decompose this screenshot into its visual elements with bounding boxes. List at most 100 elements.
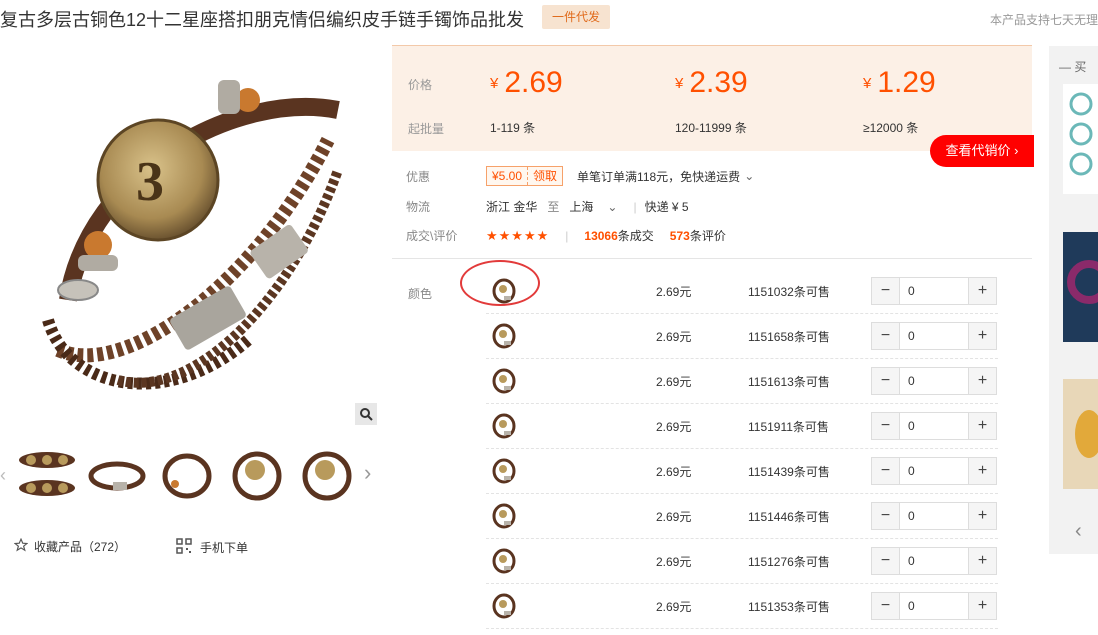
tier-price-3: ¥1.29 (863, 66, 936, 99)
increment-button[interactable]: + (969, 548, 996, 574)
ship-to-select[interactable]: 上海 (569, 198, 593, 215)
coupon-badge[interactable]: ¥5.00 领取 (486, 166, 564, 186)
sku-color-thumbnail[interactable] (490, 321, 518, 351)
qr-code-icon (176, 538, 192, 557)
sku-row: 2.69元 1151439条可售 −0 + (486, 449, 998, 494)
chevron-down-icon[interactable]: ⌄ (744, 169, 754, 183)
shipping-method: 快递 ¥ 5 (644, 200, 689, 214)
tier-range-3: ≥12000 条 (863, 121, 919, 135)
sku-row: 2.69元 1151658条可售 −0 + (486, 314, 998, 359)
product-title: 复古多层古铜色12十二星座搭扣朋克情侣编织皮手链手镯饰品批发 (0, 10, 525, 30)
thumbnail-next-arrow[interactable]: › (364, 460, 371, 486)
side-panel-heading: — 买 (1059, 60, 1087, 74)
promo-label: 优惠 (406, 169, 431, 184)
quantity-input[interactable]: 0 (899, 458, 969, 484)
side-recommend-item-2[interactable] (1063, 232, 1098, 342)
sku-price: 2.69元 (656, 555, 692, 569)
price-box: 价格 起批量 ¥2.69 ¥2.39 ¥1.29 1-119 条 120-119… (392, 45, 1032, 151)
quantity-input[interactable]: 0 (899, 548, 969, 574)
sku-price: 2.69元 (656, 375, 692, 389)
sku-stock: 1151353条可售 (748, 600, 830, 614)
decrement-button[interactable]: − (872, 458, 899, 484)
logistics-label: 物流 (406, 200, 431, 214)
decrement-button[interactable]: − (872, 413, 899, 439)
decrement-button[interactable]: − (872, 278, 899, 304)
increment-button[interactable]: + (969, 503, 996, 529)
quantity-input[interactable]: 0 (899, 593, 969, 619)
sku-stock: 1151032条可售 (748, 285, 830, 299)
tier-range-2: 120-11999 条 (675, 121, 747, 135)
star-outline-icon (13, 537, 29, 555)
dropship-tag[interactable]: 一件代发 (542, 5, 611, 29)
increment-button[interactable]: + (969, 413, 996, 439)
rating-row: 成交\评价 ★★★★★ | 13066 条成交 573 条评价 (406, 227, 726, 244)
thumbnail-2[interactable] (86, 445, 148, 507)
side-panel-prev-arrow[interactable]: ‹ (1075, 520, 1082, 543)
sku-price: 2.69元 (656, 330, 692, 344)
thumbnail-strip (0, 445, 380, 509)
decrement-button[interactable]: − (872, 323, 899, 349)
increment-button[interactable]: + (969, 593, 996, 619)
increment-button[interactable]: + (969, 278, 996, 304)
sku-stock: 1151446条可售 (748, 510, 830, 524)
sku-row: 2.69元 1151276条可售 −0 + (486, 539, 998, 584)
decrement-button[interactable]: − (872, 593, 899, 619)
deal-count[interactable]: 13066 (584, 229, 617, 243)
logistics-separator: | (633, 199, 637, 214)
thumbnail-5[interactable] (296, 445, 358, 507)
mobile-order[interactable]: 手机下单 (176, 538, 248, 557)
decrement-button[interactable]: − (872, 548, 899, 574)
thumbnail-3[interactable] (156, 445, 218, 507)
moq-label: 起批量 (408, 122, 445, 136)
coupon-claim[interactable]: 领取 (527, 167, 562, 185)
sku-color-thumbnail[interactable] (490, 276, 518, 306)
sku-color-thumbnail[interactable] (490, 591, 518, 621)
quantity-stepper: −0 + (871, 277, 997, 305)
thumbnail-1[interactable] (16, 445, 78, 507)
star-rating-icon: ★★★★★ (486, 227, 550, 243)
sku-row: 2.69元 1151032条可售 −0 + (486, 269, 998, 314)
review-count[interactable]: 573 (670, 229, 690, 243)
promo-row: 优惠 ¥5.00 领取 单笔订单满118元，免快递运费 ⌄ (406, 166, 754, 186)
sku-row: 2.69元 1151911条可售 −0 + (486, 404, 998, 449)
decrement-button[interactable]: − (872, 503, 899, 529)
magnifier-icon (360, 408, 373, 421)
sku-price: 2.69元 (656, 285, 692, 299)
sku-price: 2.69元 (656, 600, 692, 614)
quantity-input[interactable]: 0 (899, 503, 969, 529)
sku-stock: 1151911条可售 (748, 420, 829, 434)
sku-price: 2.69元 (656, 510, 692, 524)
side-recommend-panel: — 买 (1049, 46, 1098, 554)
quantity-input[interactable]: 0 (899, 413, 969, 439)
side-recommend-item-1[interactable] (1063, 84, 1098, 194)
sku-color-thumbnail[interactable] (490, 456, 518, 486)
ship-to-chevron-icon[interactable]: ⌄ (607, 200, 617, 214)
increment-button[interactable]: + (969, 368, 996, 394)
increment-button[interactable]: + (969, 323, 996, 349)
sku-color-thumbnail[interactable] (490, 546, 518, 576)
main-product-image[interactable]: 3 (8, 50, 378, 430)
quantity-input[interactable]: 0 (899, 323, 969, 349)
sku-stock: 1151276条可售 (748, 555, 830, 569)
decrement-button[interactable]: − (872, 368, 899, 394)
sku-row: 2.69元 1151353条可售 −0 + (486, 584, 998, 629)
quantity-stepper: −0 + (871, 457, 997, 485)
color-label: 颜色 (408, 287, 433, 301)
sku-color-thumbnail[interactable] (490, 501, 518, 531)
quantity-input[interactable]: 0 (899, 278, 969, 304)
sku-color-thumbnail[interactable] (490, 366, 518, 396)
thumbnail-4[interactable] (226, 445, 288, 507)
zoom-button[interactable] (355, 403, 377, 425)
sku-row: 2.69元 1151446条可售 −0 + (486, 494, 998, 539)
quantity-input[interactable]: 0 (899, 368, 969, 394)
view-agent-price-button[interactable]: 查看代销价 › (930, 135, 1034, 167)
sku-color-thumbnail[interactable] (490, 411, 518, 441)
deal-count-suffix: 条成交 (617, 229, 654, 243)
side-recommend-item-3[interactable] (1063, 379, 1098, 489)
mobile-order-text: 手机下单 (200, 541, 249, 555)
logistics-row: 物流 浙江 金华 至 上海 ⌄ | 快递 ¥ 5 (406, 198, 689, 215)
free-shipping-text: 单笔订单满118元，免快递运费 (577, 169, 741, 184)
increment-button[interactable]: + (969, 458, 996, 484)
favorite-product[interactable]: 收藏产品（272） (13, 537, 126, 555)
quantity-stepper: −0 + (871, 502, 997, 530)
